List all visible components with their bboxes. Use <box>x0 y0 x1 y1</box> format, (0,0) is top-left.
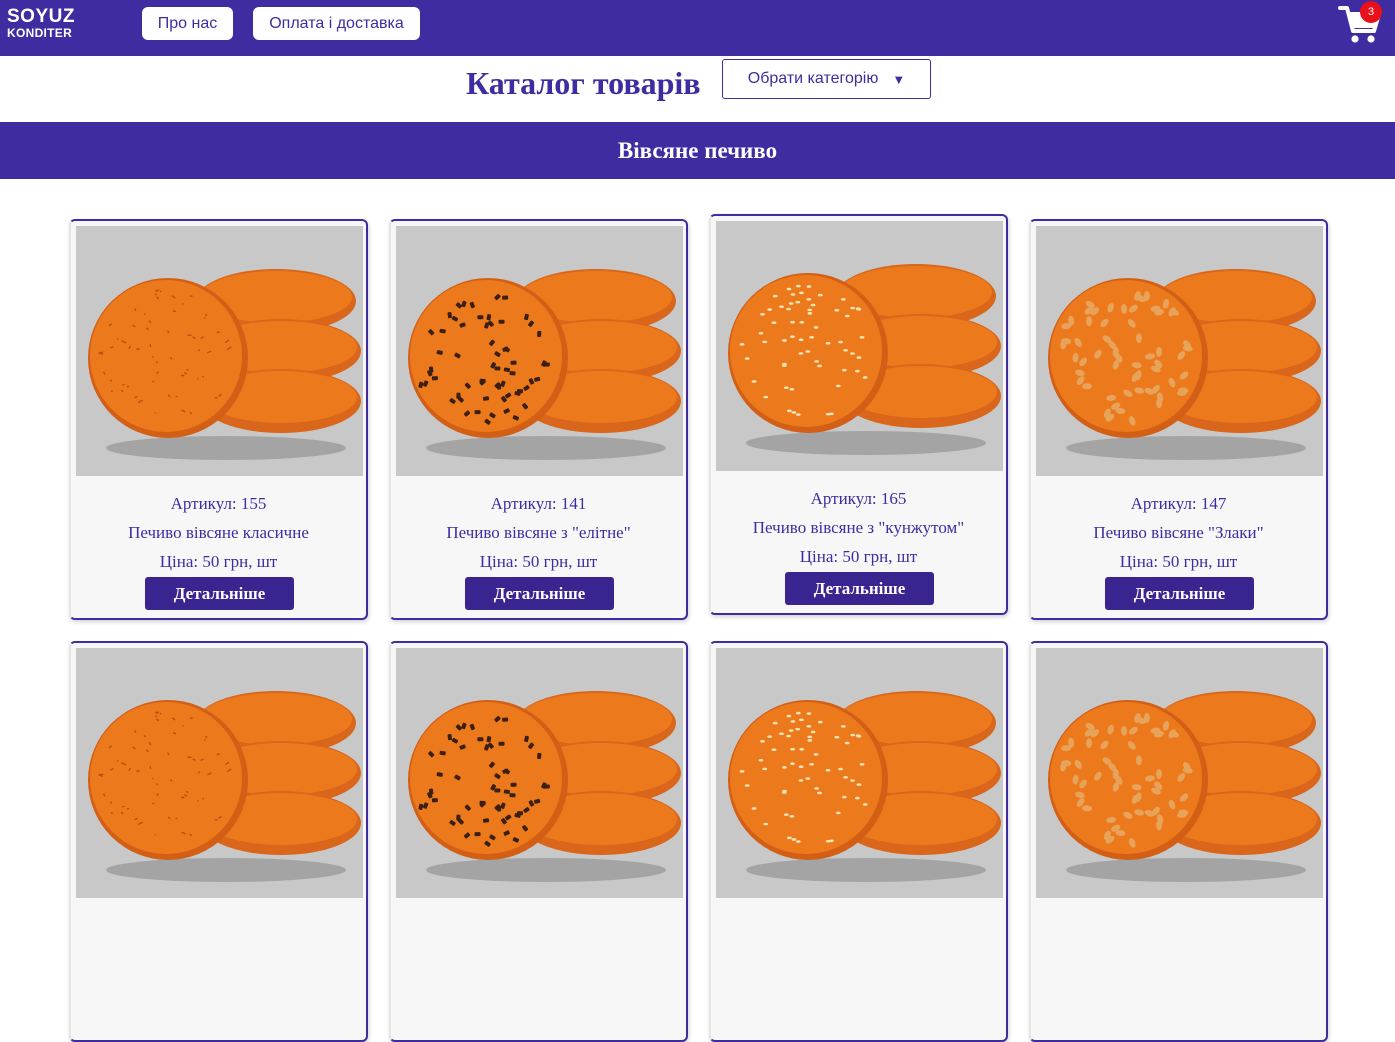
product-name: Печиво вівсяне з "елітне" <box>446 523 631 542</box>
cookie-illustration <box>88 269 361 460</box>
product-name: Печиво вівсяне "Злаки" <box>1093 523 1264 542</box>
logo-line-1: SOYUZ <box>7 6 75 27</box>
product-price: Ціна: 50 грн, шт <box>159 552 278 571</box>
top-navbar: SOYUZ KONDITER Про нас Оплата і доставка <box>0 0 1395 56</box>
product-image <box>716 648 1003 898</box>
category-select-label: Обрати категорію <box>747 70 879 87</box>
product-name: Печиво вівсяне з "кунжутом" <box>752 518 965 537</box>
product-image <box>1036 648 1323 898</box>
product-card <box>1029 641 1328 1042</box>
details-button[interactable]: Детальніше <box>1105 577 1254 610</box>
product-card <box>389 641 688 1042</box>
product-card: Артикул: 165 Печиво вівсяне з "кунжутом"… <box>709 214 1008 615</box>
product-article: Артикул: 141 <box>490 494 587 513</box>
product-card: Артикул: 141 Печиво вівсяне з "елітне" Ц… <box>389 219 688 620</box>
product-price: Ціна: 50 грн, шт <box>799 547 918 566</box>
page-title: Каталог товарів <box>466 65 701 101</box>
product-image <box>396 648 683 898</box>
product-card <box>709 641 1008 1042</box>
details-button[interactable]: Детальніше <box>785 572 934 605</box>
product-article: Артикул: 155 <box>170 494 267 513</box>
product-article: Артикул: 165 <box>810 489 907 508</box>
product-image <box>76 226 363 476</box>
cookie-illustration <box>1048 269 1321 460</box>
product-price: Ціна: 50 грн, шт <box>1119 552 1238 571</box>
category-select[interactable]: Обрати категорію ▼ <box>722 59 931 99</box>
cookie-illustration <box>1048 691 1321 882</box>
product-card: Артикул: 147 Печиво вівсяне "Злаки" Ціна… <box>1029 219 1328 620</box>
details-button[interactable]: Детальніше <box>465 577 614 610</box>
chevron-down-icon: ▼ <box>892 71 906 87</box>
product-image <box>76 648 363 898</box>
product-image <box>1036 226 1323 476</box>
product-card: Артикул: 155 Печиво вівсяне класичне Цін… <box>69 219 368 620</box>
product-name: Печиво вівсяне класичне <box>128 523 309 542</box>
cookie-illustration <box>728 264 1001 455</box>
cookie-illustration <box>88 691 361 882</box>
site-logo[interactable]: SOYUZ KONDITER <box>7 6 89 40</box>
product-card <box>69 641 368 1042</box>
category-heading: Вівсяне печиво <box>0 122 1395 179</box>
product-price: Ціна: 50 грн, шт <box>479 552 598 571</box>
product-image <box>716 221 1003 471</box>
details-button[interactable]: Детальніше <box>145 577 294 610</box>
product-article: Артикул: 147 <box>1130 494 1227 513</box>
product-image <box>396 226 683 476</box>
logo-line-2: KONDITER <box>7 26 73 40</box>
cookie-illustration <box>728 691 1001 882</box>
cookie-illustration <box>408 691 681 882</box>
category-name: Вівсяне печиво <box>617 137 778 163</box>
cart-count-badge: 3 <box>1360 1 1382 23</box>
cookie-illustration <box>408 269 681 460</box>
nav-payment-delivery-button[interactable]: Оплата і доставка <box>253 7 420 40</box>
nav-about-button[interactable]: Про нас <box>142 7 233 40</box>
